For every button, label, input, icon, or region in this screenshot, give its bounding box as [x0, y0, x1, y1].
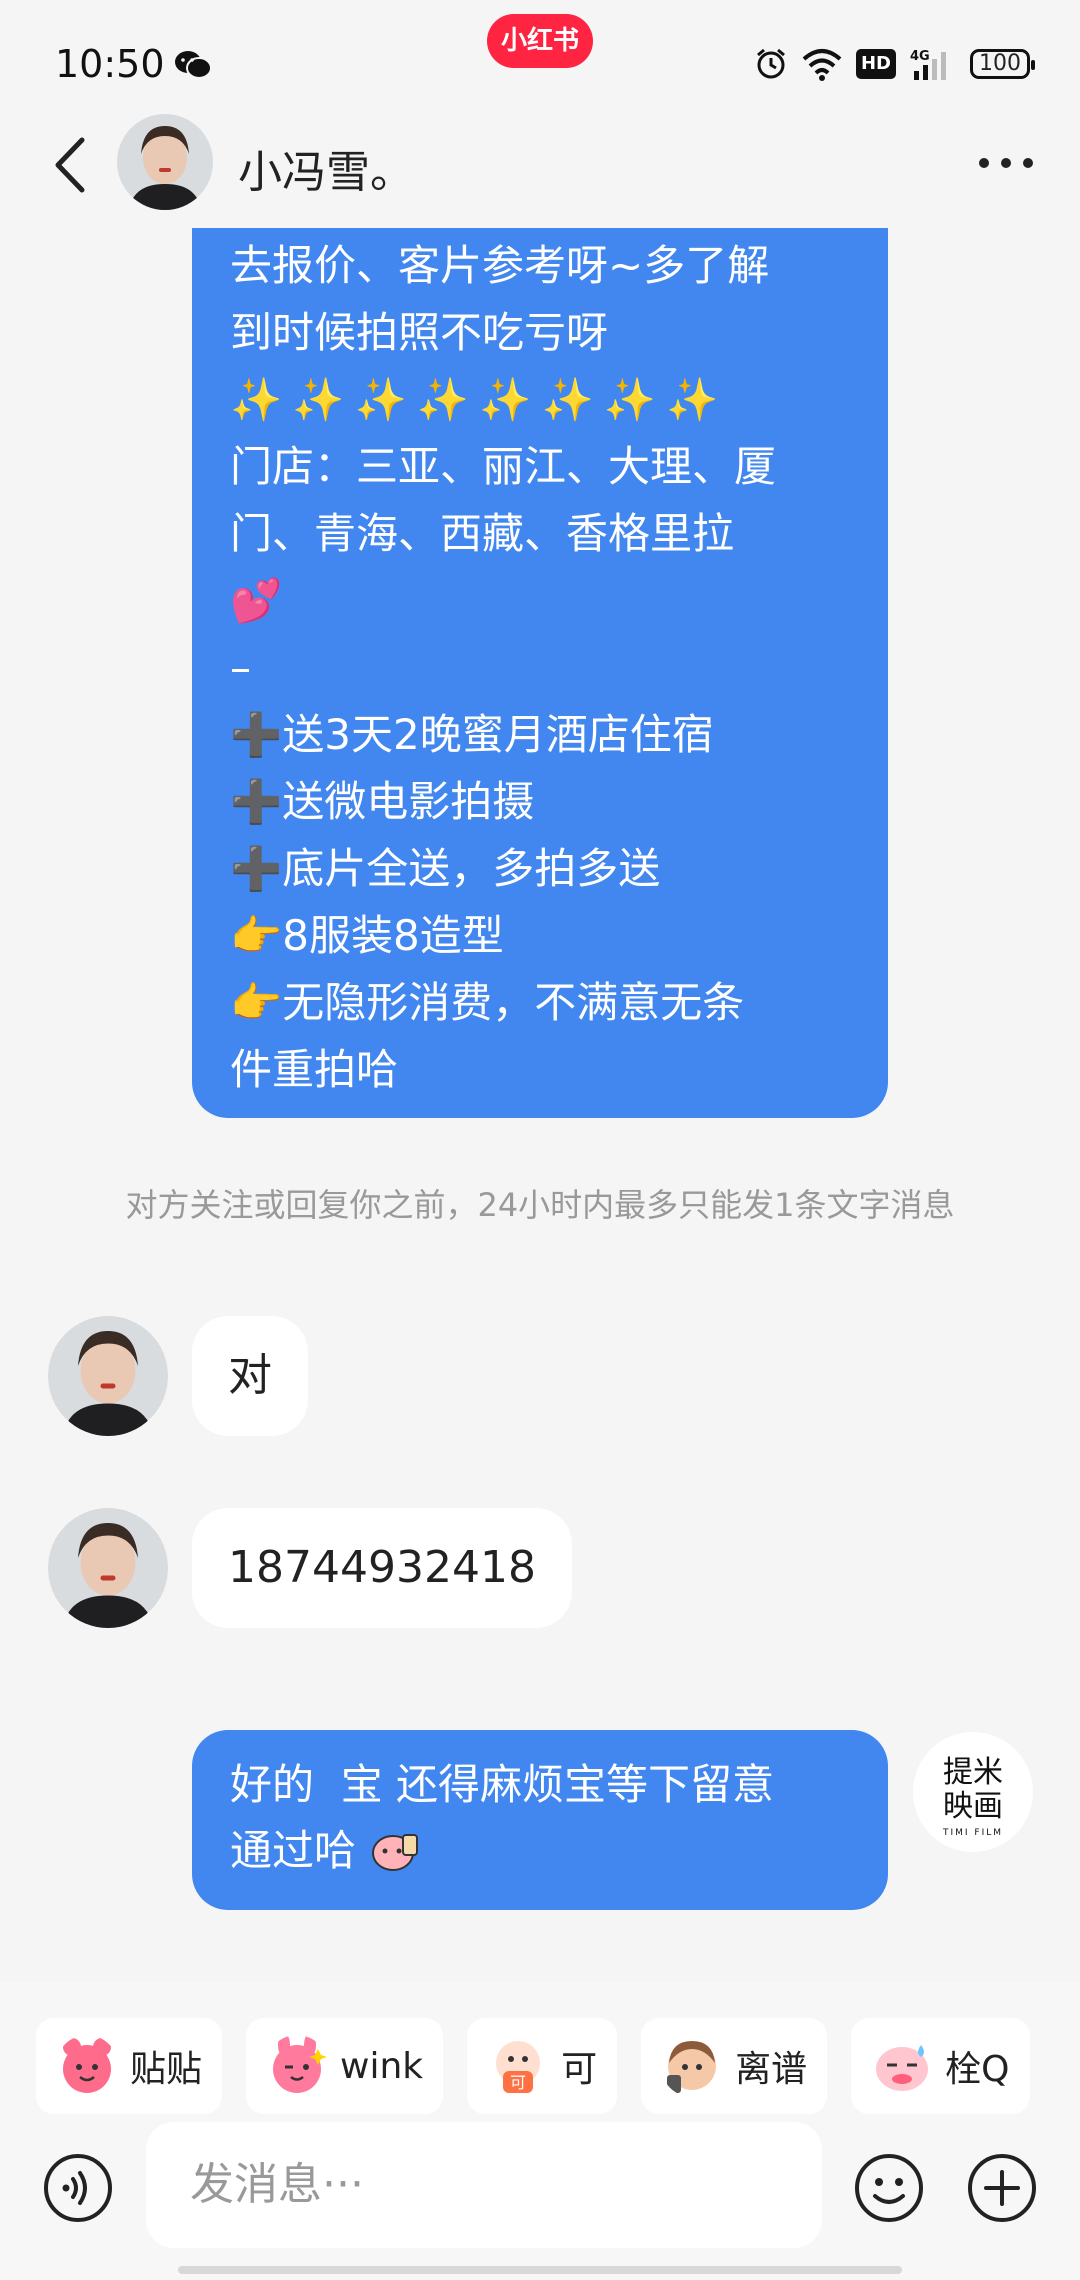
sticker-label: 离谱	[735, 2049, 808, 2090]
message-input[interactable]: 发消息···	[146, 2122, 822, 2248]
message-line-plus-item: ➕送微电影拍摄	[230, 768, 850, 835]
outgoing-message-promo[interactable]: 去报价、客片参考呀~多了解 到时候拍照不吃亏呀 ✨✨✨✨✨✨✨✨ 门店：三亚、丽…	[192, 228, 888, 1118]
wifi-icon	[802, 49, 842, 81]
voice-input-icon[interactable]	[42, 2152, 114, 2224]
plus-emoji-icon: ➕	[230, 710, 283, 759]
add-attachment-icon[interactable]	[966, 2152, 1038, 2224]
composer-area: 贴贴 wink 可 可 离谱 栓Q 发消息···	[0, 1982, 1080, 2280]
hearts-emoji: 💕	[230, 576, 283, 625]
pointing-hand-icon: 👉	[230, 911, 283, 960]
message-line: 好的 宝 还得麻烦宝等下留意	[230, 1760, 775, 1809]
chat-header: 小冯雪。	[0, 110, 1080, 220]
more-options-icon[interactable]	[976, 150, 1036, 176]
incoming-message-phone[interactable]: 18744932418	[192, 1508, 572, 1628]
home-indicator	[178, 2266, 902, 2274]
input-row: 发消息···	[0, 2122, 1080, 2252]
message-line-plus-item: ➕送3天2晚蜜月酒店住宿	[230, 701, 850, 768]
point-item-text: 8服装8造型	[282, 911, 504, 960]
message-line: 门店：三亚、丽江、大理、厦	[230, 442, 777, 491]
sticker-label: 栓Q	[945, 2049, 1010, 2090]
point-item-text: 无隐形消费，不满意无条	[282, 978, 745, 1027]
sticker-chip-ke[interactable]: 可 可	[467, 2018, 618, 2114]
outgoing-message[interactable]: 好的 宝 还得麻烦宝等下留意 通过哈	[192, 1730, 888, 1910]
ke-sticker-icon: 可	[496, 2041, 541, 2093]
plus-emoji-icon: ➕	[230, 777, 283, 826]
svg-text:可: 可	[510, 2073, 526, 2092]
wink-sticker-icon	[273, 2035, 328, 2093]
self-avatar[interactable]: 提米 映画 TIMI FILM	[913, 1732, 1033, 1852]
contact-avatar[interactable]	[117, 114, 213, 210]
svg-text:4G: 4G	[910, 49, 930, 64]
signal-icon: 4G	[910, 49, 946, 80]
contact-avatar-image	[117, 114, 213, 210]
plus-item-text: 送3天2晚蜜月酒店住宿	[282, 710, 714, 759]
status-time: 10:50	[55, 42, 165, 86]
message-line-point-item: 👉无隐形消费，不满意无条	[230, 969, 850, 1036]
contact-avatar-image	[48, 1316, 168, 1436]
message-line-point-item: 👉8服装8造型	[230, 902, 850, 969]
self-avatar-logo-text: 提米	[943, 1755, 1003, 1790]
message-line: 到时候拍照不吃亏呀	[230, 308, 609, 357]
self-avatar-logo-text: 映画	[943, 1789, 1003, 1824]
sticker-label: 可	[561, 2049, 598, 2090]
message-line: 通过哈	[230, 1818, 850, 1884]
contact-avatar-image	[48, 1508, 168, 1628]
wechat-icon	[175, 51, 212, 79]
message-line: 门、青海、西藏、香格里拉	[230, 509, 735, 558]
plus-emoji-icon: ➕	[230, 844, 283, 893]
alarm-icon	[757, 48, 785, 79]
incoming-message[interactable]: 对	[192, 1316, 308, 1436]
sticker-label: 贴贴	[130, 2049, 203, 2090]
status-indicators: HD 4G 100	[754, 44, 1035, 84]
sticker-chip-tietie[interactable]: 贴贴	[36, 2018, 223, 2114]
self-avatar-logo-subtext: TIMI FILM	[942, 1828, 1004, 1838]
back-arrow-icon[interactable]	[48, 132, 92, 198]
plus-item-text: 底片全送，多拍多送	[282, 844, 661, 893]
lipu-sticker-icon	[667, 2041, 717, 2093]
sticker-label: wink	[340, 2045, 424, 2087]
message-line: 件重拍哈	[230, 1045, 399, 1094]
system-notice: 对方关注或回复你之前，24小时内最多只能发1条文字消息	[125, 1186, 955, 1224]
sticker-chip-wink[interactable]: wink	[246, 2018, 444, 2114]
sticker-chip-shuanq[interactable]: 栓Q	[851, 2018, 1030, 2114]
emoji-icon[interactable]	[853, 2152, 925, 2224]
contact-name: 小冯雪。	[238, 147, 414, 198]
pointing-hand-icon: 👉	[230, 978, 283, 1027]
shuanq-sticker-icon	[876, 2045, 929, 2091]
message-line-plus-item: ➕底片全送，多拍多送	[230, 835, 850, 902]
sparkle-emoji-row: ✨✨✨✨✨✨✨✨	[230, 375, 729, 424]
status-bar: 10:50 小红书 HD 4G 100	[0, 0, 1080, 120]
message-text: 通过哈	[230, 1826, 357, 1875]
message-line: 去报价、客片参考呀~多了解	[230, 241, 770, 290]
battery-indicator: 100	[970, 49, 1035, 79]
quick-sticker-bar: 贴贴 wink 可 可 离谱 栓Q	[36, 2018, 1030, 2114]
message-line: –	[230, 643, 251, 692]
app-badge: 小红书	[487, 14, 593, 68]
sticker-emoji-icon	[372, 1834, 419, 1871]
contact-avatar[interactable]	[48, 1316, 168, 1436]
plus-item-text: 送微电影拍摄	[282, 777, 535, 826]
hug-sticker-icon	[63, 2038, 111, 2093]
contact-avatar[interactable]	[48, 1508, 168, 1628]
sticker-chip-lipu[interactable]: 离谱	[641, 2018, 828, 2114]
hd-badge: HD	[855, 49, 896, 79]
